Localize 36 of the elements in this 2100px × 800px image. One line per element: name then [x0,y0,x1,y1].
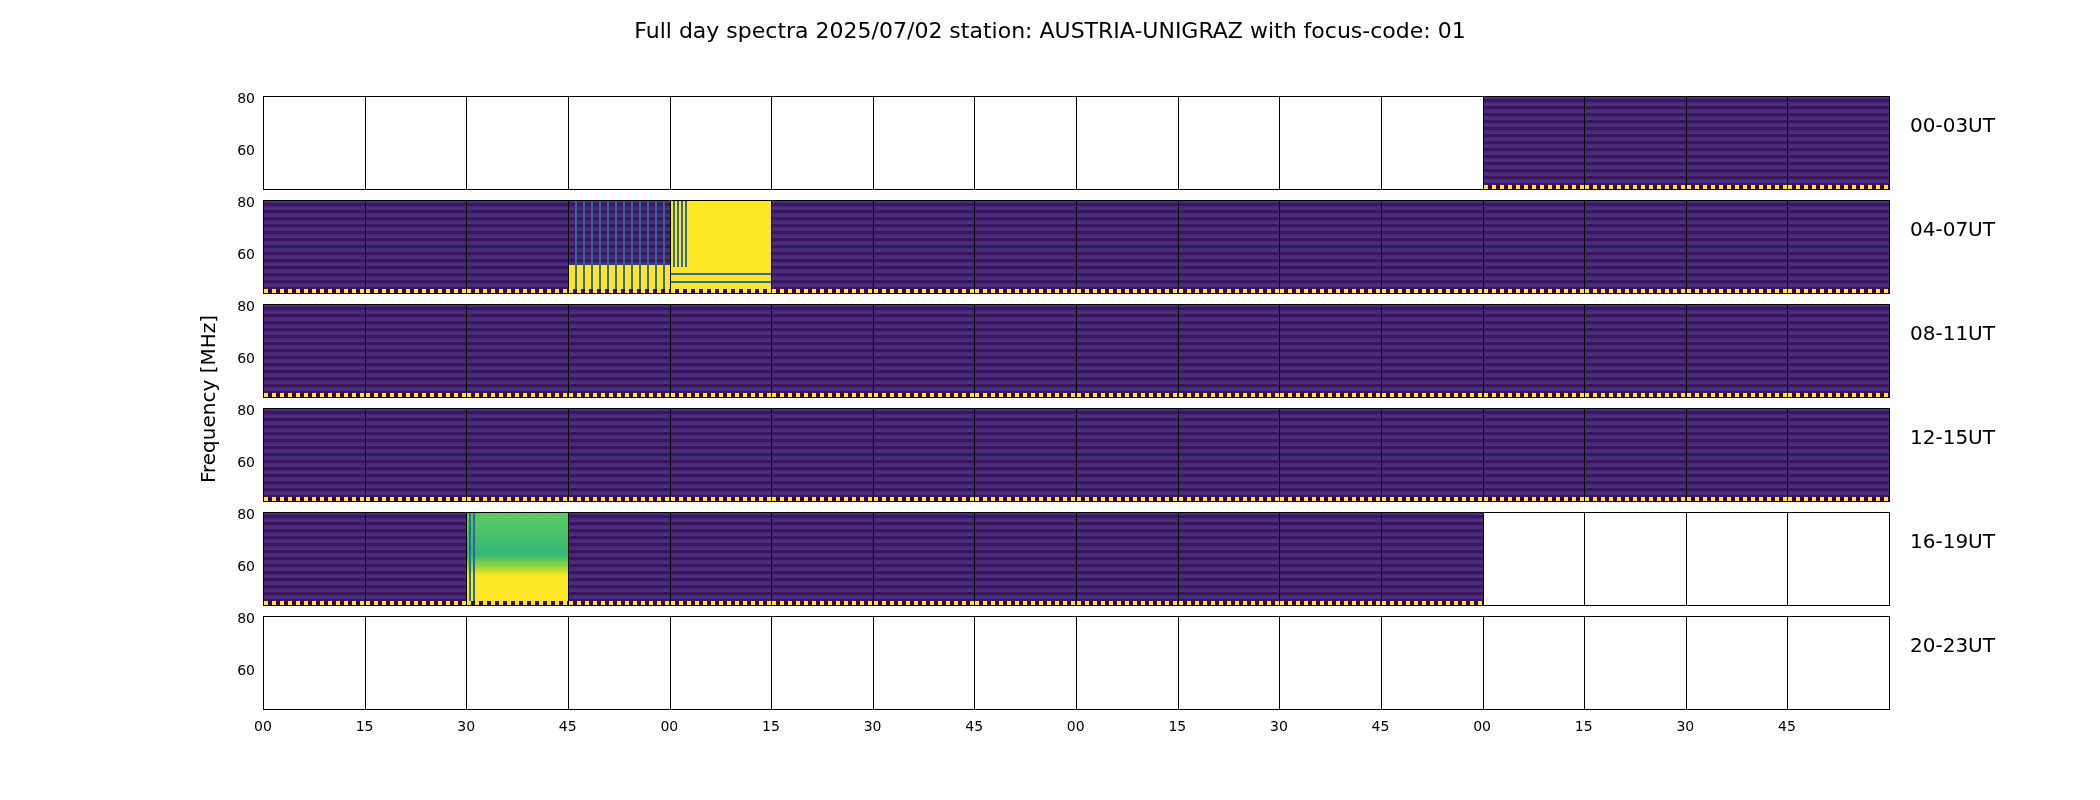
row-label: 20-23UT [1910,633,1995,657]
x-tick-label: 00 [1473,717,1492,736]
y-axis-label: Frequency [MHz] [195,314,221,484]
x-tick-label: 00 [1066,717,1085,736]
x-tick-label: 15 [762,717,780,736]
y-tick-label: 80 [237,403,255,417]
row-label: 08-11UT [1910,321,1995,345]
x-tick-label: 45 [558,717,577,736]
x-tick-label: 00 [254,717,272,736]
y-tick-label: 60 [237,455,255,469]
x-tick-label: 15 [355,717,374,736]
x-tick-label: 45 [1778,717,1796,736]
y-tick-label: 80 [237,507,255,521]
x-tick-label: 30 [1676,717,1695,736]
y-tick-label: 80 [237,299,255,313]
figure-title: Full day spectra 2025/07/02 station: AUSTRIA-UNIGRAZ with focus-code: 01 [634,17,1466,45]
y-tick-label: 60 [237,559,255,573]
x-tick-label: 00 [660,717,679,736]
x-tick-label: 15 [1574,717,1593,736]
y-tick-label: 60 [237,247,255,261]
x-tick-label: 15 [1168,717,1187,736]
row-label: 16-19UT [1910,529,1995,553]
y-tick-label: 60 [237,351,255,365]
x-tick-label: 30 [457,717,476,736]
row-label: 12-15UT [1910,425,1995,449]
y-tick-label: 80 [237,195,255,209]
row-label: 00-03UT [1910,113,1995,137]
x-tick-label: 30 [1270,717,1288,736]
y-tick-label: 60 [237,663,255,677]
row-label: 04-07UT [1910,217,1995,241]
y-tick-label: 80 [237,611,255,625]
x-tick-label: 45 [965,717,984,736]
y-tick-label: 60 [237,143,255,157]
x-tick-label: 30 [863,717,882,736]
x-tick-label: 45 [1371,717,1390,736]
y-tick-label: 80 [237,91,255,105]
